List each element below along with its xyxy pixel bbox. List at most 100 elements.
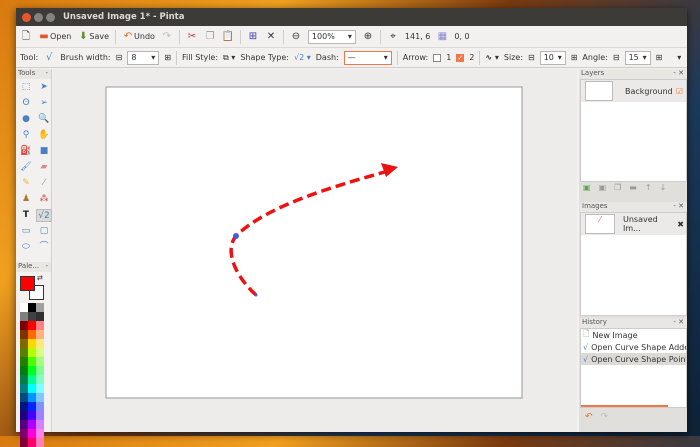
- palette-swatch[interactable]: [28, 339, 36, 348]
- arrow-style-dropdown[interactable]: ∿ ▾: [485, 53, 499, 62]
- palette-swatch[interactable]: [20, 411, 28, 420]
- palette-swatch[interactable]: [20, 438, 28, 447]
- add-layer-icon[interactable]: ▣: [583, 183, 591, 192]
- move-selected-icon[interactable]: ➤: [36, 81, 52, 94]
- delete-layer-icon[interactable]: ▣: [599, 183, 607, 192]
- layer-visibility-checkbox[interactable]: ☑: [676, 87, 683, 96]
- eraser-icon[interactable]: ▰: [36, 161, 52, 174]
- image-row[interactable]: ⁄ Unsaved Im... ✖: [581, 213, 686, 235]
- cut-icon[interactable]: ✂: [186, 31, 198, 43]
- history-undo-icon[interactable]: ↶: [585, 412, 593, 422]
- freeform-shape-icon[interactable]: ⌒: [36, 241, 52, 254]
- ellipse-icon[interactable]: ⬭: [18, 241, 34, 254]
- angle-combo[interactable]: 15 ▾: [624, 50, 651, 65]
- palette-swatch[interactable]: [36, 330, 44, 339]
- primary-color[interactable]: [20, 276, 35, 291]
- crop-icon[interactable]: ⊞: [247, 31, 259, 43]
- paint-bucket-icon[interactable]: ⛽: [18, 145, 34, 158]
- palette-swatch[interactable]: [28, 312, 36, 321]
- merge-layer-icon[interactable]: ▬: [629, 183, 637, 192]
- palette-swatch[interactable]: [36, 393, 44, 402]
- zoom-combo[interactable]: 100% ▾: [307, 29, 356, 44]
- save-button[interactable]: ⬇ Save: [77, 31, 109, 43]
- text-icon[interactable]: T: [18, 209, 34, 222]
- dash-combo[interactable]: — ▾: [343, 50, 392, 65]
- palette-swatch[interactable]: [36, 348, 44, 357]
- angle-decrease[interactable]: ⊟: [613, 53, 620, 62]
- palette-swatch[interactable]: [28, 348, 36, 357]
- palette-swatch[interactable]: [20, 366, 28, 375]
- brush-width-combo[interactable]: 8 ▾: [127, 50, 160, 65]
- palette-swatch[interactable]: [36, 420, 44, 429]
- paste-icon[interactable]: 📋: [222, 31, 234, 43]
- lasso-select-icon[interactable]: ʘ: [18, 97, 34, 110]
- history-item[interactable]: √ Open Curve Shape Added: [581, 341, 686, 353]
- paintbrush-icon[interactable]: 🖌: [18, 161, 34, 174]
- palette-swatch[interactable]: [20, 420, 28, 429]
- history-item-selected[interactable]: √Open Curve Shape Point Ad: [581, 353, 686, 365]
- palette-swatch[interactable]: [36, 411, 44, 420]
- maximize-window-button[interactable]: [46, 12, 55, 22]
- minimize-window-button[interactable]: [34, 12, 43, 22]
- palette-swatch[interactable]: [28, 321, 36, 330]
- palette-swatch[interactable]: [28, 411, 36, 420]
- rectangle-icon[interactable]: ▭: [18, 225, 34, 238]
- move-layer-down-icon[interactable]: ↓: [660, 183, 667, 192]
- palette-swatch[interactable]: [36, 366, 44, 375]
- close-window-button[interactable]: [22, 12, 31, 22]
- palette-swatch[interactable]: [20, 303, 28, 312]
- palette-swatch[interactable]: [28, 384, 36, 393]
- move-layer-up-icon[interactable]: ↑: [645, 183, 652, 192]
- canvas-svg[interactable]: [53, 69, 577, 432]
- size-combo[interactable]: 10 ▾: [539, 50, 566, 65]
- zoom-out-icon[interactable]: ⊖: [290, 31, 302, 43]
- rectangle-select-icon[interactable]: ⬚: [18, 81, 34, 94]
- redo-icon[interactable]: ↷: [161, 31, 173, 43]
- zoom-in-icon[interactable]: ⊕: [362, 31, 374, 43]
- deselect-icon[interactable]: ✕: [265, 31, 277, 43]
- history-item[interactable]: 🗋 New Image: [581, 329, 686, 341]
- clone-stamp-icon[interactable]: ♟: [18, 193, 34, 206]
- move-selection-icon[interactable]: ➢: [36, 97, 52, 110]
- arrow2-checkbox[interactable]: ✓: [456, 53, 465, 62]
- size-decrease[interactable]: ⊟: [528, 53, 535, 62]
- palette-swatch[interactable]: [20, 402, 28, 411]
- swap-colors-icon[interactable]: ⇄: [37, 274, 43, 282]
- fill-style-dropdown[interactable]: ⧉ ▾: [223, 53, 235, 63]
- color-picker-icon[interactable]: ⁄: [36, 177, 52, 190]
- magic-wand-icon[interactable]: ⚲: [18, 129, 34, 142]
- brush-width-increase[interactable]: ⊞: [164, 53, 171, 62]
- history-scrollbar[interactable]: [581, 405, 668, 407]
- palette-swatch[interactable]: [20, 393, 28, 402]
- palette-swatch[interactable]: [36, 303, 44, 312]
- close-image-icon[interactable]: ✖: [677, 220, 684, 229]
- curve-control-point[interactable]: [233, 233, 239, 239]
- new-icon[interactable]: 🗋: [20, 31, 32, 43]
- palette-swatch[interactable]: [20, 348, 28, 357]
- palette-swatch[interactable]: [28, 420, 36, 429]
- palette-swatch[interactable]: [28, 375, 36, 384]
- rounded-rectangle-icon[interactable]: ▢: [36, 225, 52, 238]
- brush-width-decrease[interactable]: ⊟: [116, 53, 123, 62]
- palette-swatch[interactable]: [20, 429, 28, 438]
- palette-swatch[interactable]: [36, 339, 44, 348]
- size-increase[interactable]: ⊞: [571, 53, 578, 62]
- palette-swatch[interactable]: [20, 321, 28, 330]
- palette-swatch[interactable]: [20, 357, 28, 366]
- palette-swatch[interactable]: [20, 339, 28, 348]
- palette-swatch[interactable]: [28, 429, 36, 438]
- history-redo-icon[interactable]: ↷: [601, 412, 609, 422]
- palette-swatch[interactable]: [28, 438, 36, 447]
- pan-icon[interactable]: ✋: [36, 129, 52, 142]
- pencil-icon[interactable]: ✎: [18, 177, 34, 190]
- ellipse-select-icon[interactable]: ●: [18, 113, 34, 126]
- recolor-icon[interactable]: ⁂: [36, 193, 52, 206]
- arrow1-checkbox[interactable]: [433, 53, 442, 62]
- layer-row[interactable]: Background ☑: [581, 80, 686, 102]
- palette-swatch[interactable]: [36, 375, 44, 384]
- palette-swatch[interactable]: [28, 357, 36, 366]
- curve-end-point[interactable]: [254, 293, 258, 297]
- shape-type-dropdown[interactable]: √2 ▾: [294, 53, 311, 62]
- palette-swatch[interactable]: [20, 375, 28, 384]
- palette-swatch[interactable]: [20, 384, 28, 393]
